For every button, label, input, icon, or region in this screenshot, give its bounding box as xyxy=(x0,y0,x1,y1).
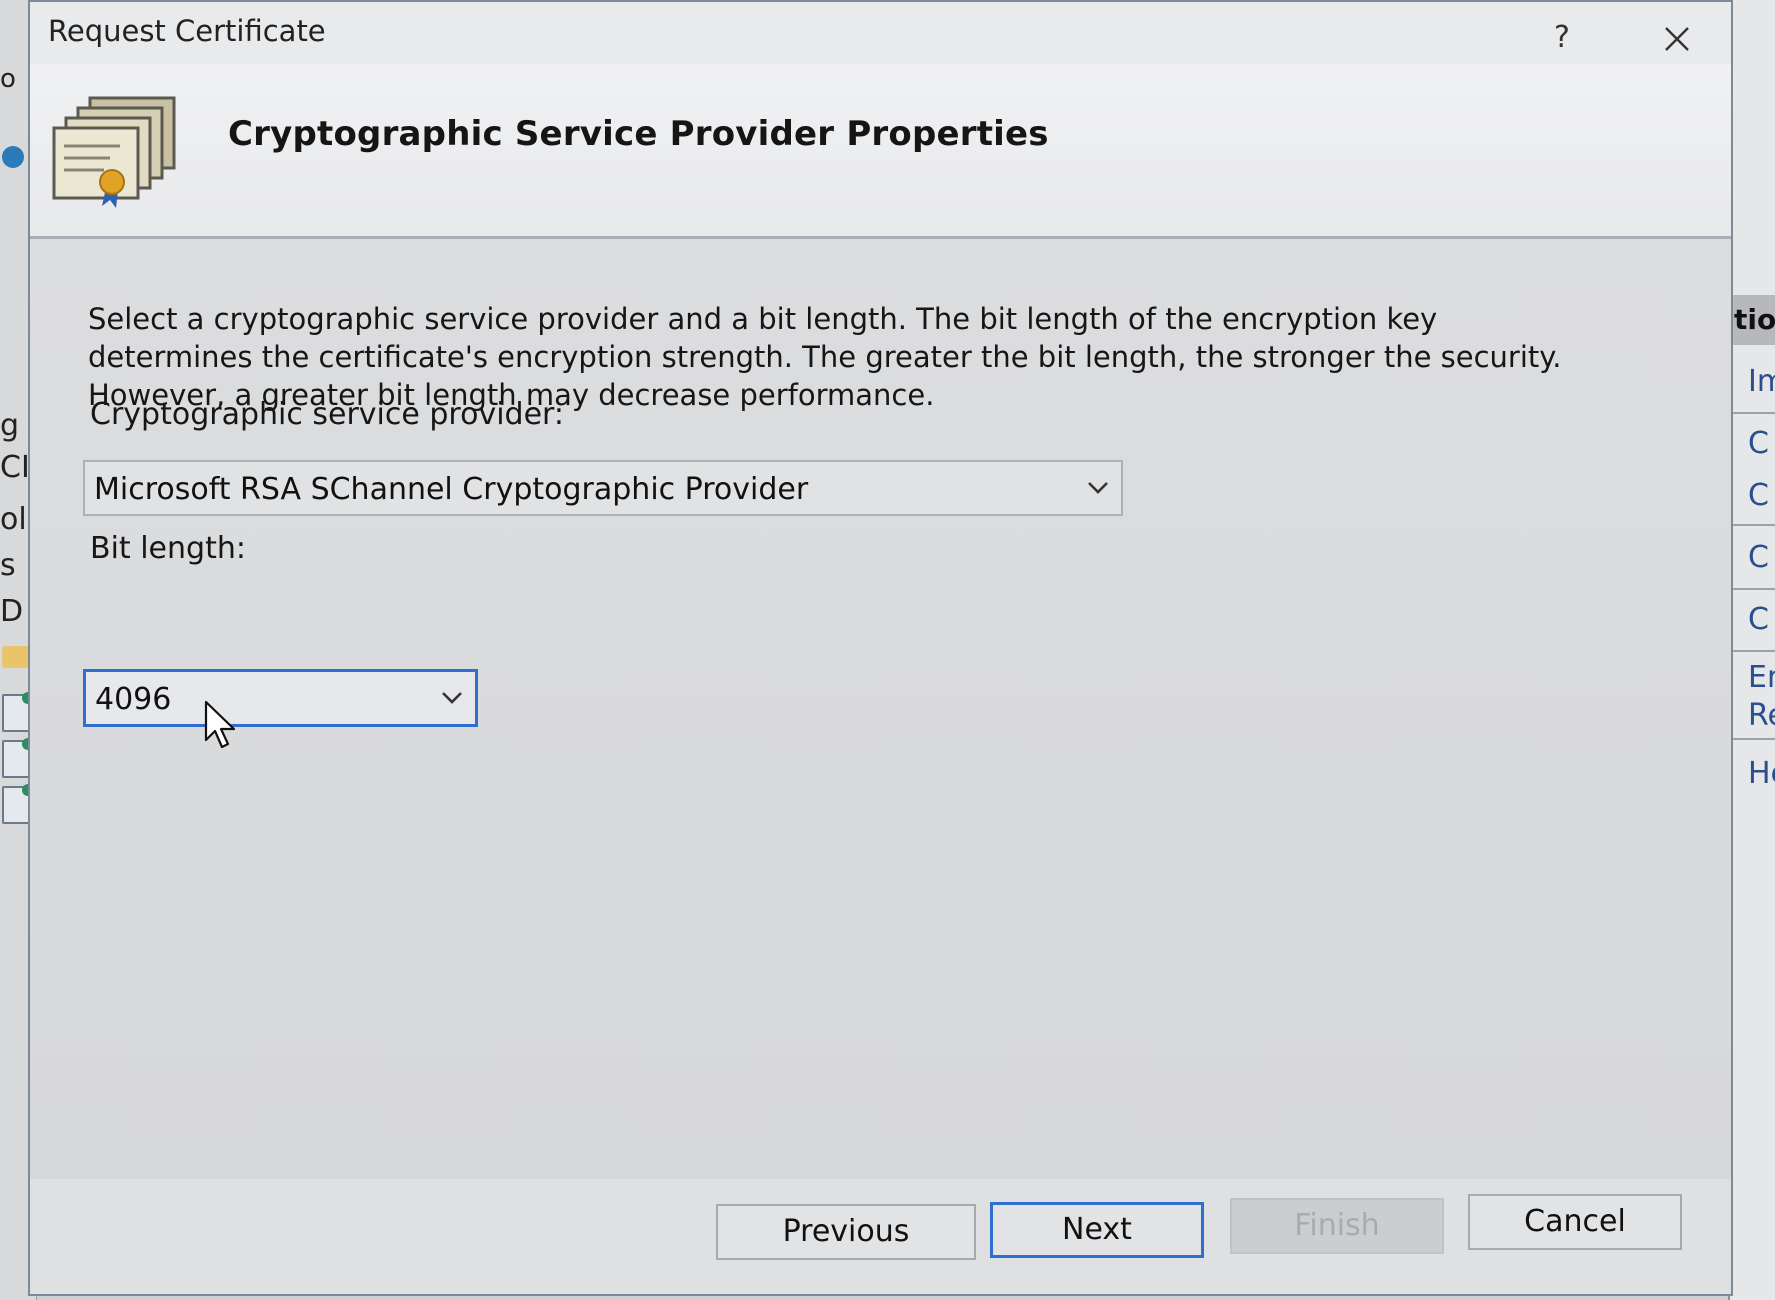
mouse-pointer-icon xyxy=(204,700,236,749)
background-actions-pane: tior Im C C C C En Re He xyxy=(1728,0,1775,1300)
background-fragment: CI xyxy=(0,450,30,485)
bit-length-dropdown[interactable]: 4096 xyxy=(83,669,478,727)
divider xyxy=(1730,650,1775,652)
close-button[interactable] xyxy=(1652,14,1702,64)
globe-icon xyxy=(2,146,24,168)
divider xyxy=(1730,588,1775,590)
provider-dropdown[interactable]: Microsoft RSA SChannel Cryptographic Pro… xyxy=(83,460,1123,516)
bit-length-value: 4096 xyxy=(95,682,172,717)
cancel-button[interactable]: Cancel xyxy=(1468,1194,1682,1250)
chevron-down-icon xyxy=(1088,482,1108,494)
divider xyxy=(1730,412,1775,414)
wizard-footer: Previous Next Finish Cancel xyxy=(30,1179,1731,1294)
action-item: C xyxy=(1748,540,1769,575)
actions-header: tior xyxy=(1730,295,1775,345)
action-item: Re xyxy=(1748,698,1775,733)
divider xyxy=(1730,738,1775,740)
close-icon xyxy=(1665,27,1689,51)
wizard-content: Select a cryptographic service provider … xyxy=(30,239,1731,1179)
provider-value: Microsoft RSA SChannel Cryptographic Pro… xyxy=(94,472,809,507)
title-bar: Request Certificate ? xyxy=(30,2,1731,64)
chevron-down-icon xyxy=(442,692,462,704)
action-item: He xyxy=(1748,756,1775,791)
previous-button[interactable]: Previous xyxy=(716,1204,976,1260)
page-title: Cryptographic Service Provider Propertie… xyxy=(228,114,1049,154)
window-title: Request Certificate xyxy=(48,14,326,48)
action-item: C xyxy=(1748,602,1769,637)
help-button[interactable]: ? xyxy=(1540,16,1584,60)
action-item: En xyxy=(1748,660,1775,695)
background-fragment: o xyxy=(0,64,16,94)
request-certificate-dialog: Request Certificate ? Cryptographic Serv… xyxy=(28,0,1733,1296)
finish-button: Finish xyxy=(1230,1198,1444,1254)
background-fragment: g xyxy=(0,408,20,443)
next-button[interactable]: Next xyxy=(990,1202,1204,1258)
background-fragment: D xyxy=(0,594,24,629)
wizard-header: Cryptographic Service Provider Propertie… xyxy=(30,64,1731,239)
certificate-icon xyxy=(52,96,176,208)
action-item: C xyxy=(1748,478,1769,513)
bit-length-label: Bit length: xyxy=(90,531,246,566)
folder-icon xyxy=(2,646,30,668)
provider-label: Cryptographic service provider: xyxy=(90,397,564,432)
action-item: Im xyxy=(1748,364,1775,399)
action-item: C xyxy=(1748,426,1769,461)
divider xyxy=(1730,524,1775,526)
background-fragment: s xyxy=(0,548,16,583)
